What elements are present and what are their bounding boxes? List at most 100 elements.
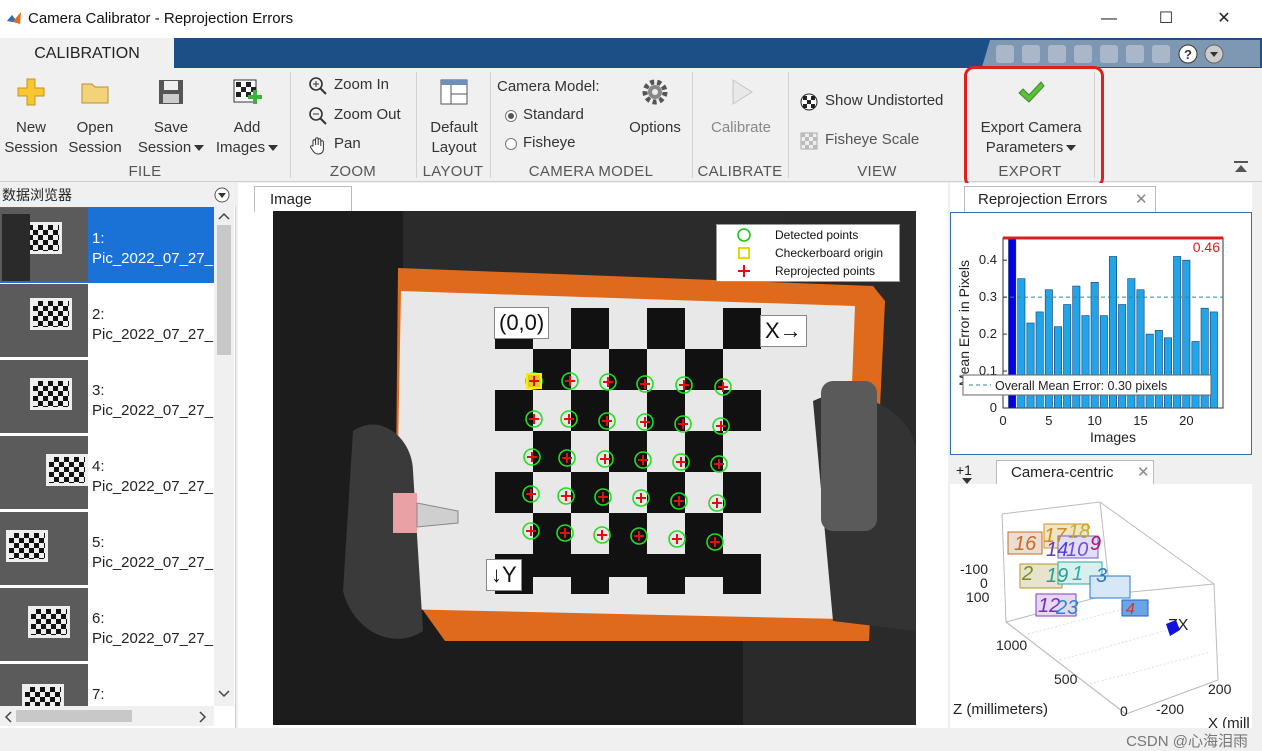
list-item[interactable]: 6: Pic_2022_07_27_ <box>0 587 214 663</box>
dropdown-caret-icon <box>194 145 205 152</box>
tab-image[interactable]: Image <box>254 186 352 212</box>
board-number: 16 <box>1014 533 1037 555</box>
close-tab-icon[interactable]: ✕ <box>1137 461 1150 485</box>
x-tick: -200 <box>1156 701 1184 717</box>
fisheye-scale-button[interactable]: Fisheye Scale <box>799 129 919 151</box>
scroll-down-icon[interactable] <box>218 689 230 699</box>
collapse-ribbon-icon[interactable] <box>1233 160 1249 174</box>
new-session-button[interactable]: New Session <box>2 76 60 158</box>
scroll-right-icon[interactable] <box>198 711 208 723</box>
show-undistorted-label: Show Undistorted <box>825 92 944 109</box>
board-number: 2 <box>1021 563 1033 585</box>
list-item-label: 2: Pic_2022_07_27_ <box>92 306 213 343</box>
zoom-out-button[interactable]: Zoom Out <box>308 104 401 126</box>
y-axis-label: ↓Y <box>486 559 522 591</box>
show-undistorted-button[interactable]: Show Undistorted <box>799 90 943 112</box>
y-tick-label: 0.4 <box>979 252 997 267</box>
scrollbar-thumb[interactable] <box>217 225 231 355</box>
calibration-image[interactable]: (0,0) X→ ↓Y Detected points Checkerboard… <box>273 211 916 725</box>
panel-menu-icon[interactable] <box>214 187 230 203</box>
save-icon[interactable] <box>996 45 1014 63</box>
max-error-label: 0.46 <box>1193 239 1220 255</box>
scroll-up-icon[interactable] <box>218 211 230 221</box>
switch-windows-icon[interactable] <box>1152 45 1170 63</box>
list-item[interactable]: 2: Pic_2022_07_27_ <box>0 283 214 359</box>
cut-icon[interactable] <box>1022 45 1040 63</box>
minimize-button[interactable]: — <box>1089 6 1129 32</box>
thumbnail-image <box>0 360 88 433</box>
zoom-in-label: Zoom In <box>334 76 390 93</box>
list-item[interactable]: 1: Pic_2022_07_27_ <box>0 207 214 283</box>
list-item-label: 6: Pic_2022_07_27_ <box>92 610 213 647</box>
window-title: Camera Calibrator - Reprojection Errors <box>28 10 294 27</box>
folder-icon <box>81 83 109 104</box>
add-images-label-2: Images <box>215 139 266 156</box>
x-tick-label: 5 <box>1045 413 1052 428</box>
tab-reprojection-errors[interactable]: Reprojection Errors ✕ <box>964 186 1156 212</box>
standard-label: Standard <box>523 106 584 123</box>
default-layout-button[interactable]: Default Layout <box>422 76 486 158</box>
horizontal-scrollbar[interactable] <box>0 706 214 726</box>
scroll-left-icon[interactable] <box>3 711 13 723</box>
maximize-button[interactable]: ☐ <box>1146 6 1186 32</box>
watermark: CSDN @心海泪雨 <box>1126 733 1248 750</box>
board-number: 4 <box>1126 601 1135 618</box>
vertical-scrollbar[interactable] <box>214 207 234 706</box>
redo-icon[interactable] <box>1126 45 1144 63</box>
expand-icon[interactable] <box>1204 44 1224 64</box>
matlab-logo-icon <box>7 12 21 24</box>
tab-calibration[interactable]: CALIBRATION <box>0 38 174 68</box>
layout-icon <box>440 79 468 105</box>
group-label-camera-model: CAMERA MODEL <box>528 163 654 180</box>
pan-button[interactable]: Pan <box>308 133 361 155</box>
group-label-layout: LAYOUT <box>422 163 484 180</box>
list-item[interactable]: 4: Pic_2022_07_27_ <box>0 435 214 511</box>
floppy-disk-icon <box>159 80 183 104</box>
scrollbar-thumb[interactable] <box>16 710 132 722</box>
gear-icon <box>642 79 668 105</box>
open-session-button[interactable]: Open Session <box>66 76 124 158</box>
options-button[interactable]: Options <box>620 76 690 138</box>
save-session-button[interactable]: Save Session <box>136 76 206 158</box>
board-number: 14 <box>1046 539 1068 561</box>
fisheye-scale-label: Fisheye Scale <box>825 131 920 148</box>
origin-label: (0,0) <box>494 307 550 339</box>
fisheye-scale-icon <box>800 132 818 150</box>
help-icon[interactable]: ? <box>1178 44 1198 64</box>
undo-icon[interactable] <box>1100 45 1118 63</box>
list-item[interactable]: 5: Pic_2022_07_27_ <box>0 511 214 587</box>
radio-fisheye[interactable]: Fisheye <box>505 133 576 153</box>
options-label: Options <box>629 119 681 136</box>
export-highlight-annotation <box>964 66 1104 188</box>
camera-centric-3d-plot[interactable]: -100 0 100 1000 500 0 200 -200 Z (millim… <box>950 484 1252 728</box>
data-browser-title: 数据浏览器 <box>2 187 72 203</box>
list-item[interactable]: 7: <box>0 663 214 707</box>
group-label-zoom: ZOOM <box>329 163 377 180</box>
save-session-label-2: Session <box>137 139 192 156</box>
legend-reprojected: Reprojected points <box>775 264 876 278</box>
tab-camera-centric[interactable]: Camera-centric ✕ <box>996 460 1154 484</box>
list-item[interactable]: 3: Pic_2022_07_27_ <box>0 359 214 435</box>
z-axis-title: Z (millimeters) <box>953 701 1048 718</box>
calibrate-button[interactable]: Calibrate <box>700 76 782 138</box>
x-tick-label: 20 <box>1179 413 1193 428</box>
svg-text:?: ? <box>1184 47 1192 62</box>
paste-icon[interactable] <box>1074 45 1092 63</box>
reprojection-bar-chart[interactable]: 0.4600.10.20.30.40 5 10 15 20ImagesMean Erro… <box>951 213 1251 454</box>
y-tick: 100 <box>966 589 990 605</box>
copy-icon[interactable] <box>1048 45 1066 63</box>
group-label-file: FILE <box>128 163 162 180</box>
open-session-label-2: Session <box>68 139 122 156</box>
close-button[interactable]: ✕ <box>1204 6 1244 32</box>
image-legend: Detected points Checkerboard origin Repr… <box>716 224 900 282</box>
radio-standard[interactable]: Standard <box>505 105 584 125</box>
close-tab-icon[interactable]: ✕ <box>1135 187 1148 213</box>
legend-detected: Detected points <box>775 228 859 242</box>
board-number: 23 <box>1055 597 1078 619</box>
side-tab[interactable]: +1 <box>956 462 972 478</box>
add-images-button[interactable]: Add Images <box>212 76 282 158</box>
zoom-in-button[interactable]: Zoom In <box>308 74 389 96</box>
list-item-label: 3: Pic_2022_07_27_ <box>92 382 213 419</box>
zoom-out-label: Zoom Out <box>334 106 401 123</box>
board-number: 19 <box>1046 565 1068 587</box>
